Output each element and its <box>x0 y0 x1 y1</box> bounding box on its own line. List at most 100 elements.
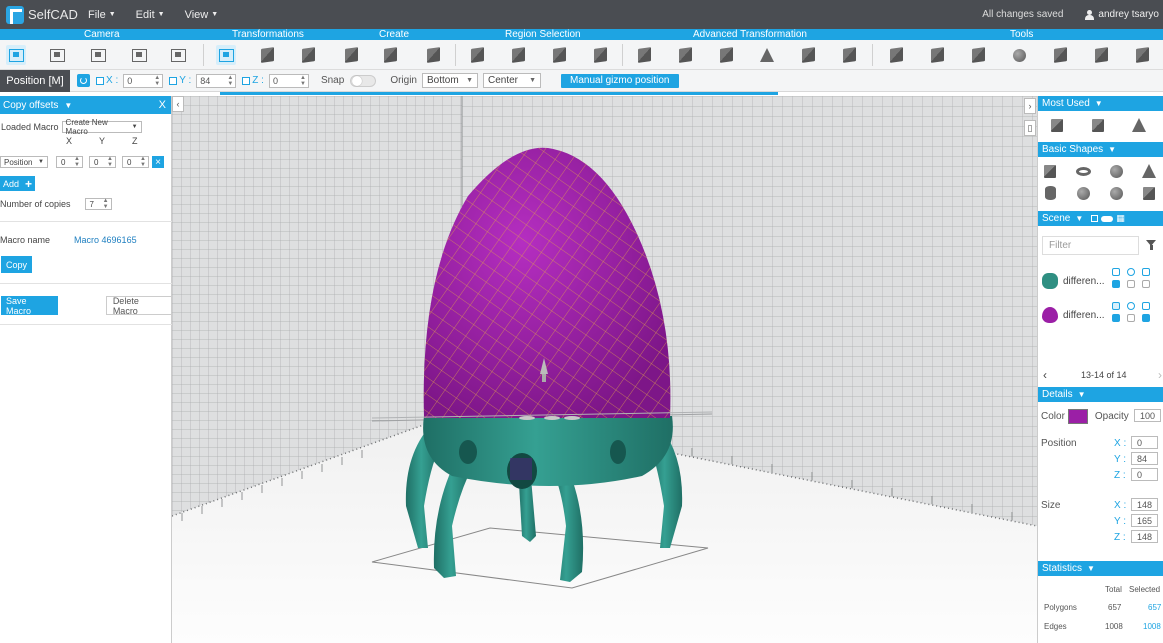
camera-rotate-tool[interactable] <box>129 45 149 65</box>
scene-item-2[interactable]: differen... <box>1038 300 1163 330</box>
tools-1[interactable] <box>886 45 906 65</box>
3d-viewport[interactable]: ‹ › ▯ <box>172 96 1037 643</box>
spinner-icon[interactable]: ▲ ▼ <box>74 156 80 168</box>
detail-pos-x-input[interactable]: 0 <box>1131 436 1158 449</box>
unlock-icon[interactable] <box>1142 314 1150 322</box>
close-icon[interactable]: X <box>159 99 166 111</box>
menu-edit[interactable]: Edit ▼ <box>126 0 175 29</box>
tools-4[interactable] <box>1009 45 1029 65</box>
hide-icon[interactable] <box>1127 314 1135 322</box>
remove-offset-button[interactable]: × <box>152 156 164 168</box>
tools-3[interactable] <box>968 45 988 65</box>
camera-zoom-tool[interactable] <box>47 45 67 65</box>
detail-pos-y-input[interactable]: 84 <box>1131 452 1158 465</box>
opacity-input[interactable]: 100 <box>1134 409 1161 422</box>
shape-torus-icon[interactable] <box>1075 163 1091 179</box>
spinner-icon[interactable]: ▲ ▼ <box>154 75 160 87</box>
scene-filter-input[interactable]: Filter <box>1042 236 1139 255</box>
select-edge-tool[interactable] <box>549 45 569 65</box>
basic-shapes-header[interactable]: Basic Shapes ▼ <box>1038 142 1163 157</box>
tools-6[interactable] <box>1091 45 1111 65</box>
adv-tool-4[interactable] <box>757 45 777 65</box>
spinner-icon[interactable]: ▲ ▼ <box>103 198 109 210</box>
loaded-macro-select[interactable]: Create New Macro ▼ <box>61 118 142 136</box>
filter-icon[interactable] <box>1146 240 1157 250</box>
scene-item-1[interactable]: differen... <box>1038 266 1163 296</box>
camera-snapshot-tool[interactable] <box>168 45 188 65</box>
z-input[interactable]: 0 ▲ ▼ <box>268 73 309 88</box>
move-tool[interactable] <box>216 45 236 65</box>
offset-type-select[interactable]: Position ▼ <box>0 156 48 168</box>
app-logo[interactable]: SelfCAD <box>0 5 78 24</box>
offset-y-input[interactable]: 0 ▲ ▼ <box>89 156 116 168</box>
spinner-icon[interactable]: ▲ ▼ <box>140 156 146 168</box>
reset-position-icon[interactable] <box>77 74 90 87</box>
macro-name-value[interactable]: Macro 4696165 <box>74 235 137 245</box>
spinner-icon[interactable]: ▲ ▼ <box>227 75 233 87</box>
x-input[interactable]: 0 ▲ ▼ <box>123 73 164 88</box>
shape-cone-icon[interactable] <box>1141 163 1157 179</box>
x-lock-checkbox[interactable] <box>96 76 104 85</box>
z-lock-checkbox[interactable] <box>242 76 251 85</box>
grid-view-icon[interactable]: ▦ <box>1116 213 1125 224</box>
detail-size-z-input[interactable]: 148 <box>1131 530 1158 543</box>
lock-icon[interactable] <box>1142 302 1150 310</box>
camera-pan-tool[interactable] <box>88 45 108 65</box>
tools-7[interactable] <box>1132 45 1152 65</box>
origin-select[interactable]: Bottom ▼ <box>422 73 478 88</box>
y-lock-checkbox[interactable] <box>169 76 178 85</box>
spinner-icon[interactable]: ▲ ▼ <box>107 156 113 168</box>
tools-2[interactable] <box>927 45 947 65</box>
select-vertex-tool[interactable] <box>590 45 610 65</box>
rotate-tool[interactable] <box>257 45 277 65</box>
detail-pos-z-input[interactable]: 0 <box>1131 468 1158 481</box>
prev-page-icon[interactable]: ‹ <box>1043 368 1047 382</box>
scale-tool[interactable] <box>298 45 318 65</box>
shape-sphere-icon[interactable] <box>1108 163 1124 179</box>
statistics-header[interactable]: Statistics ▼ <box>1038 561 1163 576</box>
spinner-icon[interactable]: ▲ ▼ <box>300 75 306 87</box>
snap-toggle[interactable] <box>350 74 377 87</box>
adv-tool-3[interactable] <box>716 45 736 65</box>
shape-polyhedron-icon[interactable] <box>1141 185 1157 201</box>
eye-icon[interactable] <box>1127 302 1135 310</box>
select-face-tool[interactable] <box>508 45 528 65</box>
manual-gizmo-button[interactable]: Manual gizmo position <box>561 73 679 88</box>
select-all-checkbox[interactable] <box>1091 215 1099 222</box>
most-used-header[interactable]: Most Used ▼ <box>1038 96 1163 111</box>
shape-cylinder-icon[interactable] <box>1042 185 1058 201</box>
create-cube-tool[interactable] <box>341 45 361 65</box>
select-checkbox[interactable] <box>1112 302 1120 310</box>
material-icon[interactable] <box>1112 280 1120 288</box>
scene-header[interactable]: Scene ▼ ▦ <box>1038 211 1163 226</box>
most-used-cube-icon[interactable] <box>1049 117 1065 133</box>
panel-toggle-icon[interactable]: ▯ <box>1024 120 1036 136</box>
adv-tool-1[interactable] <box>634 45 654 65</box>
adv-tool-6[interactable] <box>839 45 859 65</box>
most-used-box-icon[interactable] <box>1090 117 1106 133</box>
delete-macro-button[interactable]: Delete Macro <box>105 296 172 316</box>
shape-geosphere-icon[interactable] <box>1108 185 1124 201</box>
camera-fit-tool[interactable] <box>6 45 26 65</box>
adv-tool-5[interactable] <box>798 45 818 65</box>
collapse-left-panel-icon[interactable]: ‹ <box>172 96 184 112</box>
save-macro-button[interactable]: Save Macro <box>1 296 58 316</box>
detail-size-x-input[interactable]: 148 <box>1131 498 1158 511</box>
copy-offsets-header[interactable]: Copy offsets ▼ X <box>0 96 171 114</box>
offset-z-input[interactable]: 0 ▲ ▼ <box>122 156 149 168</box>
hide-icon[interactable] <box>1127 280 1135 288</box>
create-shape-tool[interactable] <box>423 45 443 65</box>
next-page-icon[interactable]: › <box>1158 368 1162 382</box>
eye-icon[interactable] <box>1127 268 1135 276</box>
lock-icon[interactable] <box>1142 268 1150 276</box>
collapse-right-panel-icon[interactable]: › <box>1024 98 1036 114</box>
offset-x-input[interactable]: 0 ▲ ▼ <box>56 156 83 168</box>
view-toggle-icon[interactable] <box>1101 215 1114 222</box>
shape-cube-icon[interactable] <box>1042 163 1058 179</box>
create-sketch-tool[interactable] <box>380 45 400 65</box>
copies-input[interactable]: 7 ▲ ▼ <box>84 198 112 210</box>
center-select[interactable]: Center ▼ <box>483 73 541 88</box>
tools-5[interactable] <box>1050 45 1070 65</box>
y-input[interactable]: 84 ▲ ▼ <box>196 73 237 88</box>
adv-tool-2[interactable] <box>675 45 695 65</box>
